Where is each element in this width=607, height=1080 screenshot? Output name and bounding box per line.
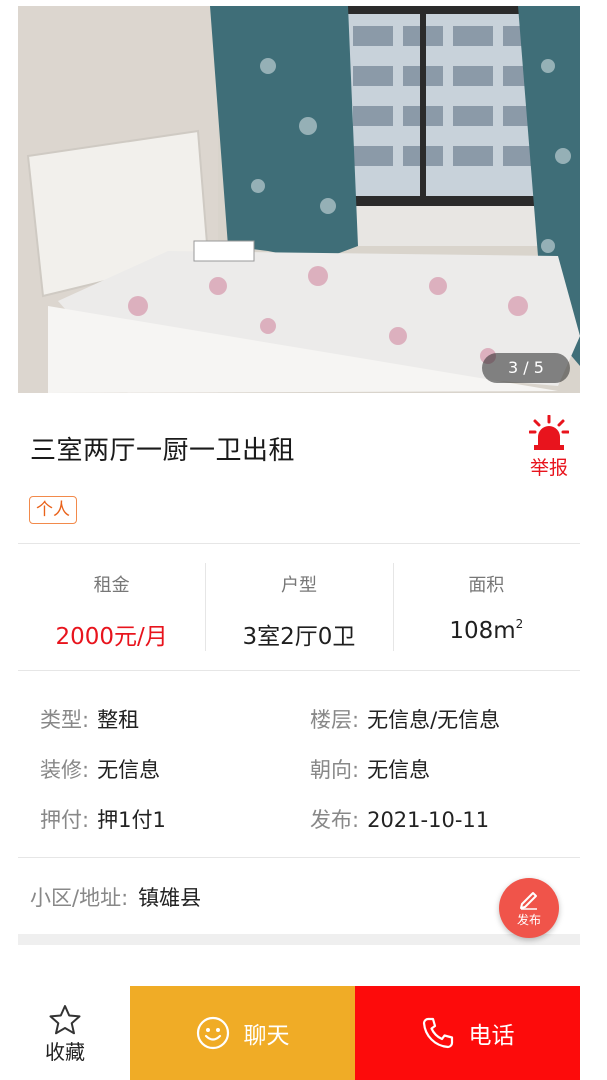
divider bbox=[18, 670, 580, 671]
detail-key: 发布: bbox=[310, 808, 360, 832]
detail-item-published: 发布: 2021-10-11 bbox=[310, 804, 489, 834]
call-label: 电话 bbox=[468, 1023, 515, 1049]
divider bbox=[18, 543, 580, 544]
publish-fab-button[interactable]: 发布 bbox=[499, 878, 559, 938]
detail-value: 无信息 bbox=[367, 758, 431, 782]
stat-label: 户型 bbox=[280, 575, 317, 596]
publish-label: 发布 bbox=[516, 913, 541, 927]
address-row: 小区/地址: 镇雄县 bbox=[30, 882, 201, 912]
bottom-action-bar: 收藏 聊天 电话 bbox=[0, 986, 607, 1080]
rent-value: 2000元/月 bbox=[55, 624, 168, 650]
phone-icon bbox=[422, 1017, 453, 1049]
detail-item-floor: 楼层: 无信息/无信息 bbox=[310, 704, 500, 734]
detail-key: 押付: bbox=[40, 808, 90, 832]
pencil-icon bbox=[520, 892, 537, 910]
stat-area: 面积 108m2 bbox=[392, 563, 580, 651]
area-unit-superscript: 2 bbox=[515, 617, 524, 631]
divider bbox=[18, 857, 580, 858]
listing-photo-gallery[interactable]: 3 / 5 bbox=[18, 6, 580, 393]
call-button[interactable]: 电话 bbox=[355, 986, 580, 1080]
detail-key: 楼层: bbox=[310, 708, 360, 732]
listing-title: 三室两厅一厨一卫出租 bbox=[30, 436, 296, 466]
detail-value: 押1付1 bbox=[97, 808, 166, 832]
chat-label: 聊天 bbox=[243, 1023, 290, 1049]
stat-layout: 户型 3室2厅0卫 bbox=[205, 563, 392, 651]
detail-key: 装修: bbox=[40, 758, 90, 782]
detail-value: 整租 bbox=[97, 708, 140, 732]
layout-value: 3室2厅0卫 bbox=[242, 624, 356, 650]
smiley-icon bbox=[196, 1016, 229, 1050]
detail-item-payment: 押付: 押1付1 bbox=[40, 804, 166, 834]
address-value: 镇雄县 bbox=[138, 886, 202, 910]
detail-item-orientation: 朝向: 无信息 bbox=[310, 754, 430, 784]
section-separator bbox=[18, 934, 580, 945]
stat-label: 租金 bbox=[93, 575, 130, 596]
report-button[interactable]: 举报 bbox=[527, 415, 571, 480]
key-stats: 租金 2000元/月 户型 3室2厅0卫 面积 108m2 bbox=[18, 563, 580, 651]
alarm-light-icon bbox=[529, 415, 569, 450]
stat-label: 面积 bbox=[468, 575, 505, 596]
chat-button[interactable]: 聊天 bbox=[130, 986, 355, 1080]
area-value: 108m2 bbox=[393, 617, 580, 644]
detail-item-decoration: 装修: 无信息 bbox=[40, 754, 160, 784]
stat-rent: 租金 2000元/月 bbox=[18, 563, 205, 651]
favorite-button[interactable]: 收藏 bbox=[0, 986, 130, 1080]
detail-key: 类型: bbox=[40, 708, 90, 732]
listing-photo bbox=[18, 6, 580, 393]
report-label: 举报 bbox=[529, 457, 568, 479]
detail-value: 无信息/无信息 bbox=[367, 708, 501, 732]
star-icon bbox=[49, 1005, 81, 1035]
detail-value: 2021-10-11 bbox=[367, 808, 490, 832]
owner-type-tag: 个人 bbox=[29, 496, 77, 524]
detail-item-type: 类型: 整租 bbox=[40, 704, 139, 734]
address-key: 小区/地址: bbox=[30, 886, 129, 910]
detail-key: 朝向: bbox=[310, 758, 360, 782]
detail-value: 无信息 bbox=[97, 758, 161, 782]
area-number: 108m bbox=[449, 618, 516, 644]
photo-page-indicator: 3 / 5 bbox=[482, 353, 570, 383]
favorite-label: 收藏 bbox=[45, 1040, 85, 1064]
